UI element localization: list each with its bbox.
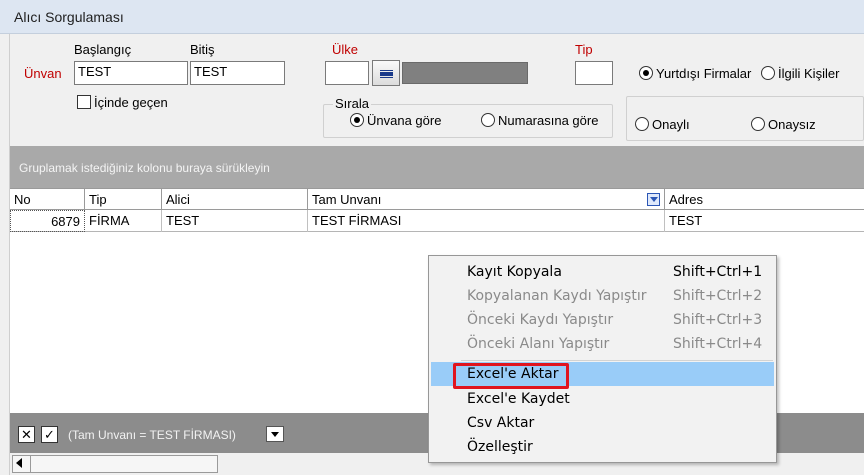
window-title: Alıcı Sorgulaması	[14, 9, 124, 25]
cell-tam-unvani[interactable]: TEST FİRMASI	[308, 210, 665, 232]
column-header-adres[interactable]: Adres	[665, 189, 864, 211]
menu-separator	[461, 360, 773, 361]
column-filter-icon[interactable]	[647, 193, 660, 206]
menu-item-label: Özelleştir	[467, 439, 533, 455]
radio-ilgili-kisiler-label: İlgili Kişiler	[778, 66, 840, 81]
menu-item-excel-kaydet[interactable]: Excel'e Kaydet	[431, 387, 774, 411]
ulke-input[interactable]	[325, 61, 369, 85]
radio-numarasina-gore-label: Numarasına göre	[498, 113, 599, 128]
radio-onayli-label: Onaylı	[652, 117, 690, 132]
column-header-tam-unvani[interactable]: Tam Unvanı	[308, 189, 665, 211]
column-header-tip[interactable]: Tip	[85, 189, 162, 211]
cell-alici[interactable]: TEST	[162, 210, 308, 232]
menu-item-excel-aktar[interactable]: Excel'e Aktar	[431, 362, 774, 389]
filter-history-dropdown[interactable]	[266, 426, 284, 442]
tip-input[interactable]	[575, 61, 613, 85]
ulke-label: Ülke	[332, 42, 359, 57]
radio-numarasina-gore[interactable]	[481, 113, 495, 127]
enable-filter-checkbox[interactable]: ✓	[41, 426, 58, 443]
icinde-gecen-checkbox[interactable]	[77, 95, 91, 109]
menu-item-csv-aktar[interactable]: Csv Aktar	[431, 411, 774, 435]
column-header-alici[interactable]: Alici	[162, 189, 308, 211]
ulke-lookup-button[interactable]	[372, 60, 400, 86]
close-icon: ✕	[21, 427, 32, 442]
bitis-input[interactable]: TEST	[190, 61, 285, 85]
scrollbar-thumb[interactable]	[12, 455, 218, 473]
group-by-hint: Gruplamak istediğiniz kolonu buraya sürü…	[19, 161, 270, 175]
bitis-label: Bitiş	[190, 42, 215, 57]
cell-no[interactable]: 6879	[10, 210, 85, 232]
lookup-icon	[380, 72, 393, 76]
table-row[interactable]: 6879 FİRMA TEST TEST FİRMASI TEST	[10, 210, 864, 232]
cell-adres[interactable]: TEST	[665, 210, 864, 232]
radio-yurtdisi-firmalar-label: Yurtdışı Firmalar	[656, 66, 752, 81]
context-menu: Kayıt Kopyala Shift+Ctrl+1 Kopyalanan Ka…	[428, 255, 777, 463]
radio-ilgili-kisiler[interactable]	[761, 66, 775, 80]
radio-unvana-gore[interactable]	[350, 113, 364, 127]
window-title-bar: Alıcı Sorgulaması	[0, 0, 864, 34]
menu-item-onceki-alani-yapistir[interactable]: Önceki Alanı Yapıştır Shift+Ctrl+4	[431, 332, 774, 356]
ulke-name-display	[402, 62, 528, 84]
menu-item-shortcut: Shift+Ctrl+4	[673, 336, 763, 352]
menu-item-label: Önceki Kaydı Yapıştır	[467, 312, 614, 328]
menu-item-label: Kayıt Kopyala	[467, 264, 562, 280]
menu-item-shortcut: Shift+Ctrl+1	[673, 264, 763, 280]
tip-label: Tip	[575, 42, 593, 57]
menu-item-shortcut: Shift+Ctrl+3	[673, 312, 763, 328]
group-by-panel[interactable]: Gruplamak istediğiniz kolonu buraya sürü…	[10, 146, 864, 188]
radio-onaysiz[interactable]	[751, 117, 765, 131]
cell-tip[interactable]: FİRMA	[85, 210, 162, 232]
menu-item-label: Kopyalanan Kaydı Yapıştır	[467, 288, 647, 304]
menu-item-shortcut: Shift+Ctrl+2	[673, 288, 763, 304]
clear-filter-button[interactable]: ✕	[18, 426, 35, 443]
menu-item-onceki-kaydi-yapistir[interactable]: Önceki Kaydı Yapıştır Shift+Ctrl+3	[431, 308, 774, 332]
filter-expression[interactable]: (Tam Unvanı = TEST FİRMASI)	[68, 428, 236, 442]
radio-onayli[interactable]	[635, 117, 649, 131]
menu-item-ozellestir[interactable]: Özelleştir	[431, 435, 774, 459]
menu-item-kopyalanan-kaydi-yapistir[interactable]: Kopyalanan Kaydı Yapıştır Shift+Ctrl+2	[431, 284, 774, 308]
grid-header: No Tip Alici Tam Unvanı Adres	[10, 188, 864, 211]
scroll-left-arrow-icon[interactable]	[16, 458, 22, 468]
check-icon: ✓	[44, 427, 55, 442]
menu-item-label: Excel'e Kaydet	[467, 391, 570, 407]
menu-item-kayit-kopyala[interactable]: Kayıt Kopyala Shift+Ctrl+1	[431, 260, 774, 284]
unvan-label: Ünvan	[24, 66, 62, 81]
icinde-gecen-label: İçinde geçen	[94, 95, 168, 110]
menu-item-label: Excel'e Aktar	[467, 366, 559, 382]
left-edge	[0, 34, 10, 475]
radio-onaysiz-label: Onaysız	[768, 117, 816, 132]
filter-panel: Ünvan Başlangıç TEST Bitiş TEST İçinde g…	[10, 34, 864, 146]
baslangic-input[interactable]: TEST	[74, 61, 188, 85]
radio-yurtdisi-firmalar[interactable]	[639, 66, 653, 80]
sirala-label: Sırala	[333, 96, 371, 111]
column-header-no[interactable]: No	[10, 189, 85, 211]
menu-item-label: Csv Aktar	[467, 415, 535, 431]
baslangic-label: Başlangıç	[74, 42, 132, 57]
radio-unvana-gore-label: Ünvana göre	[367, 113, 442, 128]
menu-item-label: Önceki Alanı Yapıştır	[467, 336, 610, 352]
